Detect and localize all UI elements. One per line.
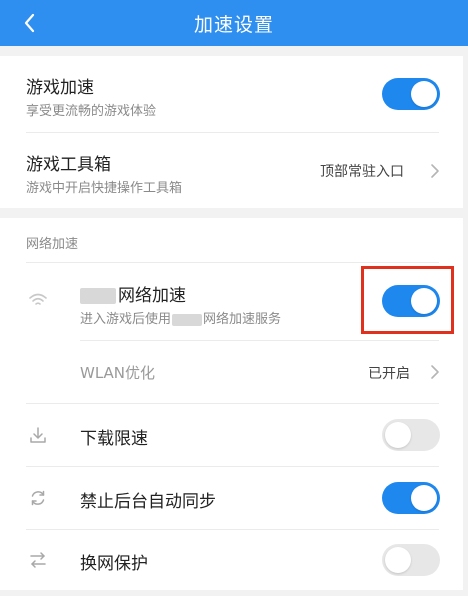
game-accel-toggle[interactable] xyxy=(382,78,440,110)
game-accel-title: 游戏加速 xyxy=(26,78,94,98)
redacted-name xyxy=(172,313,203,326)
redacted-name xyxy=(80,288,116,304)
game-settings-card: 游戏加速 享受更流畅的游戏体验 游戏工具箱 游戏中开启快捷操作工具箱 顶部常驻入… xyxy=(0,56,463,208)
swap-icon xyxy=(30,552,46,568)
game-accel-subtitle: 享受更流畅的游戏体验 xyxy=(26,104,157,119)
game-toolbox-row[interactable]: 游戏工具箱 游戏中开启快捷操作工具箱 顶部常驻入口 xyxy=(0,133,463,208)
game-toolbox-title: 游戏工具箱 xyxy=(26,155,111,175)
chevron-right-icon xyxy=(431,365,439,379)
disable-sync-row[interactable]: 禁止后台自动同步 xyxy=(0,467,463,529)
network-switch-protect-toggle[interactable] xyxy=(382,544,440,576)
game-toolbox-value: 顶部常驻入口 xyxy=(320,164,404,180)
network-accel-subtitle: 进入游戏后使用 网络加速服务 xyxy=(80,308,281,327)
wifi-icon xyxy=(29,293,47,305)
sync-icon xyxy=(31,490,45,506)
app-header: 加速设置 xyxy=(0,0,468,46)
section-label-network: 网络加速 xyxy=(26,237,79,252)
subtitle-prefix: 进入游戏后使用 xyxy=(80,312,172,327)
download-icon xyxy=(30,427,46,443)
highlight-box xyxy=(361,266,454,334)
game-toolbox-subtitle: 游戏中开启快捷操作工具箱 xyxy=(26,181,183,196)
game-accel-row[interactable]: 游戏加速 享受更流畅的游戏体验 xyxy=(0,56,463,132)
wlan-optimize-row[interactable]: WLAN优化 已开启 xyxy=(0,341,463,403)
page-title: 加速设置 xyxy=(193,14,274,36)
wlan-title: WLAN优化 xyxy=(80,364,156,382)
wlan-value: 已开启 xyxy=(368,366,410,382)
chevron-right-icon xyxy=(431,164,439,178)
subtitle-suffix: 网络加速服务 xyxy=(203,312,282,327)
download-limit-toggle[interactable] xyxy=(382,419,440,451)
disable-sync-title: 禁止后台自动同步 xyxy=(80,492,216,512)
network-accel-title-text: 网络加速 xyxy=(118,286,186,306)
network-accel-title: 网络加速 xyxy=(80,281,186,306)
download-limit-title: 下载限速 xyxy=(80,429,148,449)
download-limit-row[interactable]: 下载限速 xyxy=(0,404,463,466)
network-switch-protect-title: 换网保护 xyxy=(80,554,148,574)
network-switch-protect-row[interactable]: 换网保护 xyxy=(0,530,463,590)
disable-sync-toggle[interactable] xyxy=(382,482,440,514)
